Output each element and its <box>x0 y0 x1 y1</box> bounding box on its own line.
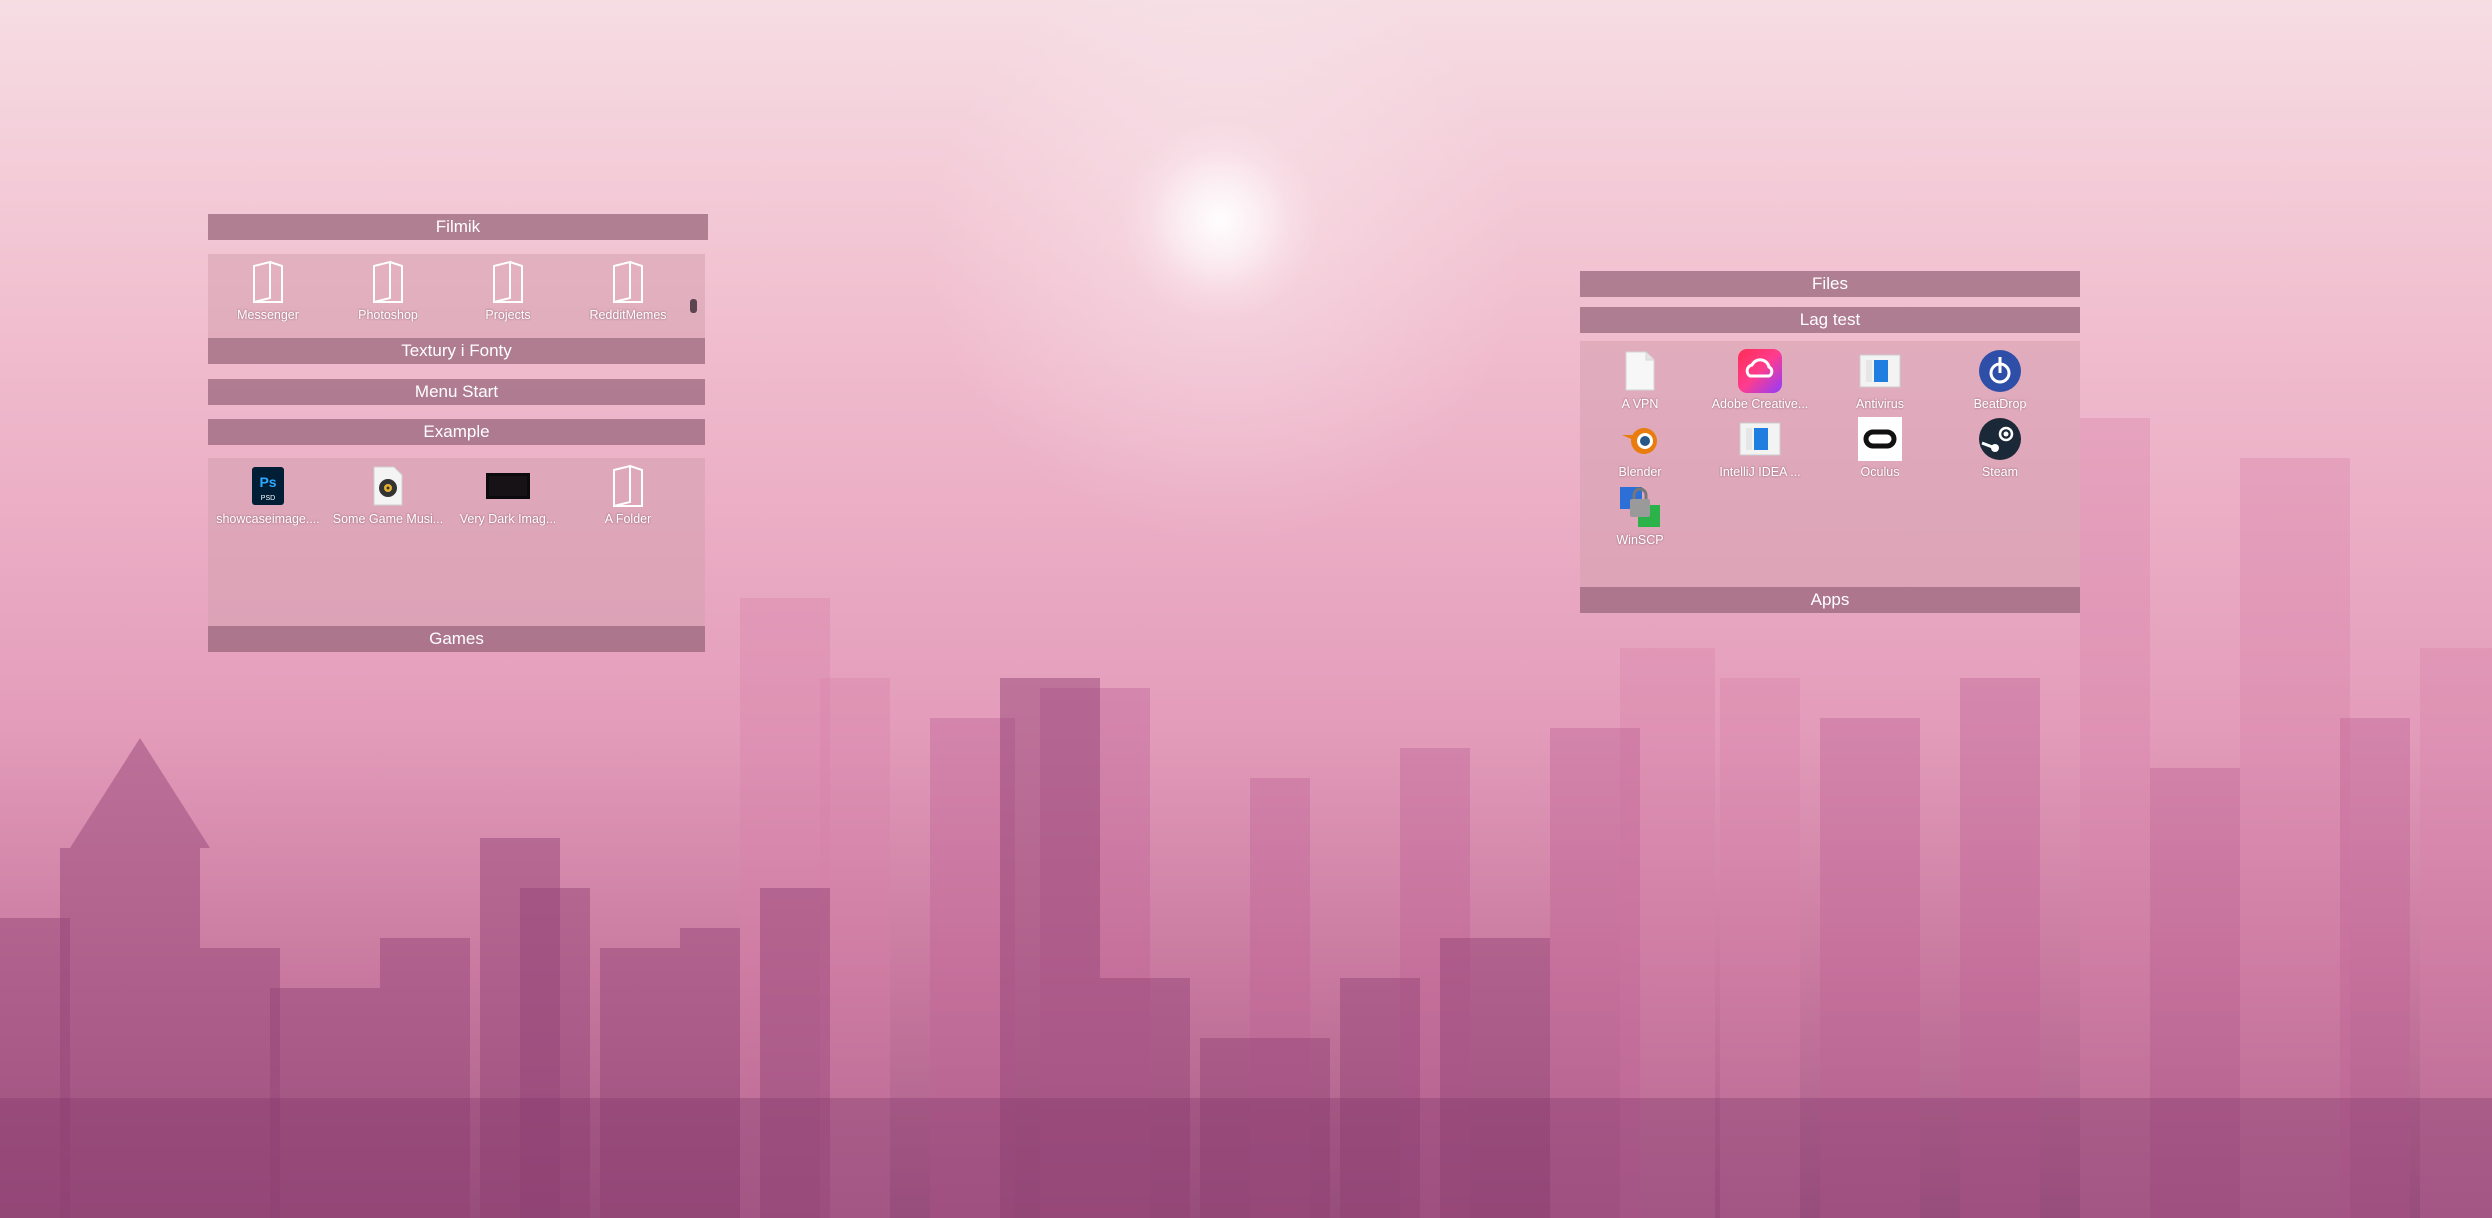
fence-example-content: Ps PSD showcaseimage.... Some Game Musi..… <box>208 458 705 652</box>
item-label: Steam <box>1981 465 2019 479</box>
item-label: Photoshop <box>358 308 418 322</box>
fence-filmik: Filmik <box>208 214 708 240</box>
desktop-item-photoshop[interactable]: Photoshop <box>328 254 448 322</box>
desktop-item-blender[interactable]: Blender <box>1580 411 1700 479</box>
desktop-item-oculus[interactable]: Oculus <box>1820 411 1940 479</box>
steam-icon <box>1978 417 2022 461</box>
fence-title-apps[interactable]: Apps <box>1580 587 2080 613</box>
fence-filmik-content: Messenger Photoshop Projects RedditMemes <box>208 254 705 364</box>
lag-test-panel: A VPN Adobe Creative... Antivirus BeatDr… <box>1580 341 2080 587</box>
item-label: A VPN <box>1621 397 1659 411</box>
item-label: IntelliJ IDEA ... <box>1719 465 1801 479</box>
sun-glow <box>900 0 1550 570</box>
blank-file-icon <box>1618 349 1662 393</box>
desktop-item-adobe-creative-cloud[interactable]: Adobe Creative... <box>1700 343 1820 411</box>
fence-title-textury[interactable]: Textury i Fonty <box>208 338 705 364</box>
folder-icon <box>366 260 410 304</box>
desktop-item-messenger[interactable]: Messenger <box>208 254 328 322</box>
adobe-creative-cloud-icon <box>1738 349 1782 393</box>
item-label: A Folder <box>604 512 652 526</box>
desktop-item-a-folder[interactable]: A Folder <box>568 458 688 526</box>
folder-icon <box>486 260 530 304</box>
desktop-item-steam[interactable]: Steam <box>1940 411 2060 479</box>
filmik-panel: Messenger Photoshop Projects RedditMemes <box>208 254 705 338</box>
item-label: Adobe Creative... <box>1711 397 1809 411</box>
intellij-icon <box>1738 417 1782 461</box>
blender-icon <box>1618 417 1662 461</box>
folder-icon <box>606 260 650 304</box>
desktop-item-projects[interactable]: Projects <box>448 254 568 322</box>
svg-text:Ps: Ps <box>259 474 276 490</box>
item-label: Oculus <box>1860 465 1900 479</box>
fence-title-menu-start[interactable]: Menu Start <box>208 379 705 405</box>
item-label: Very Dark Imag... <box>459 512 557 526</box>
item-label: WinSCP <box>1616 533 1664 547</box>
beatdrop-icon <box>1978 349 2022 393</box>
desktop-item-showcaseimage[interactable]: Ps PSD showcaseimage.... <box>208 458 328 526</box>
item-label: Messenger <box>237 308 299 322</box>
fence-title-filmik[interactable]: Filmik <box>208 214 708 240</box>
fence-lag-test-content: A VPN Adobe Creative... Antivirus BeatDr… <box>1580 341 2080 613</box>
folder-icon <box>606 464 650 508</box>
desktop-item-intellij-idea[interactable]: IntelliJ IDEA ... <box>1700 411 1820 479</box>
desktop-item-antivirus[interactable]: Antivirus <box>1820 343 1940 411</box>
fence-example: Example <box>208 419 705 445</box>
oculus-icon <box>1858 417 1902 461</box>
desktop-item-game-music[interactable]: Some Game Musi... <box>328 458 448 526</box>
fence-title-example[interactable]: Example <box>208 419 705 445</box>
antivirus-icon <box>1858 349 1902 393</box>
example-panel: Ps PSD showcaseimage.... Some Game Musi..… <box>208 458 705 626</box>
dark-image-thumbnail <box>486 464 530 508</box>
fence-files: Files <box>1580 271 2080 297</box>
item-label: Projects <box>485 308 531 322</box>
fence-lag-test: Lag test <box>1580 307 2080 333</box>
fence-title-files[interactable]: Files <box>1580 271 2080 297</box>
item-label: Some Game Musi... <box>332 512 444 526</box>
desktop-item-very-dark-image[interactable]: Very Dark Imag... <box>448 458 568 526</box>
desktop-item-redditmemes[interactable]: RedditMemes <box>568 254 688 322</box>
item-label: BeatDrop <box>1973 397 2027 411</box>
psd-file-icon: Ps PSD <box>246 464 290 508</box>
fence-menu-start: Menu Start <box>208 379 705 405</box>
scrollbar-thumb[interactable] <box>690 299 697 313</box>
item-label: Antivirus <box>1856 397 1904 411</box>
fence-title-lag-test[interactable]: Lag test <box>1580 307 2080 333</box>
fence-title-games[interactable]: Games <box>208 626 705 652</box>
audio-file-icon <box>366 464 410 508</box>
winscp-icon <box>1618 485 1662 529</box>
item-label: Blender <box>1618 465 1662 479</box>
desktop-item-winscp[interactable]: WinSCP <box>1580 479 1700 547</box>
desktop-item-a-vpn[interactable]: A VPN <box>1580 343 1700 411</box>
item-label: RedditMemes <box>589 308 667 322</box>
folder-icon <box>246 260 290 304</box>
sun <box>1120 120 1320 320</box>
svg-text:PSD: PSD <box>261 495 275 502</box>
desktop-item-beatdrop[interactable]: BeatDrop <box>1940 343 2060 411</box>
item-label: showcaseimage.... <box>216 512 320 526</box>
